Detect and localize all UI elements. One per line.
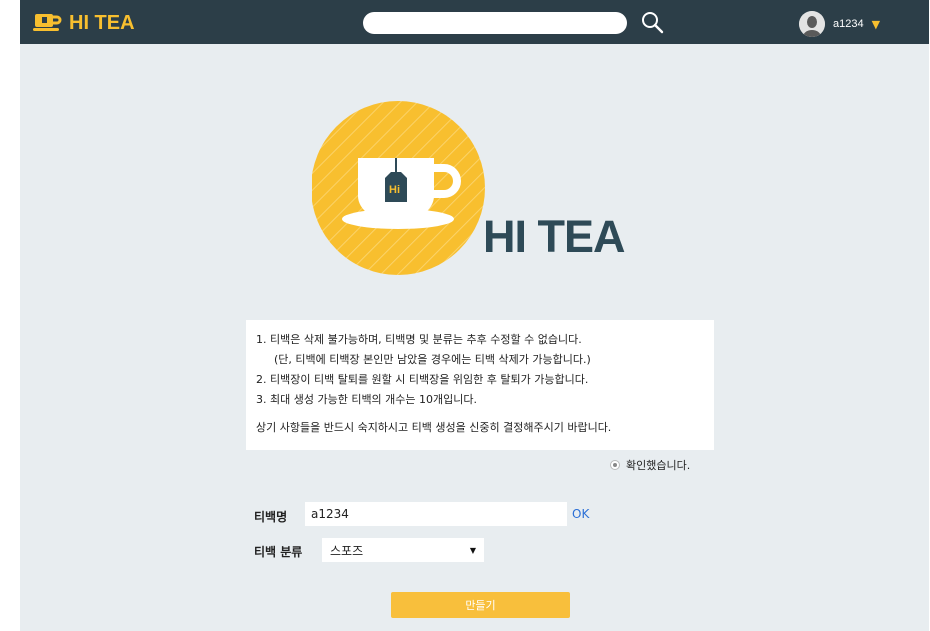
- avatar: [799, 11, 825, 37]
- teabag-category-select[interactable]: 스포즈 ▼: [322, 538, 484, 562]
- chevron-down-icon: ▼: [871, 17, 881, 31]
- selected-category: 스포즈: [330, 543, 364, 558]
- teabag-name-label: 티백명: [254, 510, 288, 524]
- user-silhouette-icon: [799, 11, 825, 37]
- search-icon: [642, 12, 664, 34]
- brand-name: HI TEA: [69, 11, 135, 34]
- confirm-radio[interactable]: 확인했습니다.: [610, 457, 690, 473]
- notice-line: (단, 티백에 티백장 본인만 남았을 경우에는 티백 삭제가 가능합니다.): [274, 353, 591, 366]
- search-button[interactable]: [640, 10, 666, 36]
- teabag-name-input[interactable]: [305, 502, 567, 526]
- logo-wordmark: HI TEA: [483, 211, 626, 262]
- brand-logo[interactable]: HI TEA: [33, 9, 135, 37]
- teacup-icon: [33, 14, 62, 31]
- search-input[interactable]: [363, 12, 627, 34]
- user-menu[interactable]: a1234 ▼: [799, 11, 880, 37]
- notice-line: 2. 티백장이 티백 탈퇴를 원할 시 티백장을 위임한 후 탈퇴가 가능합니다…: [256, 373, 589, 386]
- notice-box: 1. 티백은 삭제 불가능하며, 티백명 및 분류는 추후 수정할 수 없습니다…: [246, 320, 714, 450]
- notice-summary: 상기 사항들을 반드시 숙지하시고 티백 생성을 신중히 결정해주시기 바랍니다…: [256, 421, 612, 434]
- create-button[interactable]: 만들기: [391, 592, 570, 618]
- dropdown-arrow-icon: ▼: [469, 545, 476, 555]
- name-check-ok-link[interactable]: OK: [572, 507, 589, 521]
- tea-tag-text: Hi: [389, 184, 400, 196]
- radio-button[interactable]: [610, 460, 620, 470]
- notice-line: 3. 최대 생성 가능한 티백의 개수는 10개입니다.: [256, 393, 478, 406]
- username: a1234: [833, 18, 864, 30]
- teabag-category-label: 티백 분류: [254, 545, 303, 559]
- confirm-label: 확인했습니다.: [626, 459, 691, 472]
- notice-line: 1. 티백은 삭제 불가능하며, 티백명 및 분류는 추후 수정할 수 없습니다…: [256, 333, 582, 346]
